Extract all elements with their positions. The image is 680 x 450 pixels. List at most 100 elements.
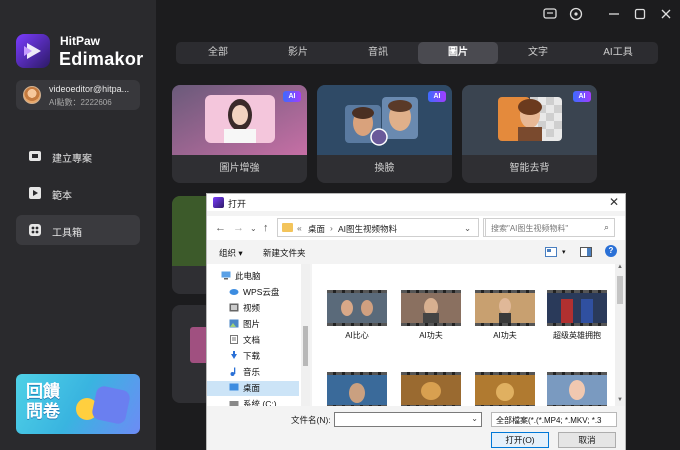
tool-card-background-remove[interactable]: AI 智能去背 xyxy=(462,85,597,183)
open-button[interactable]: 打开(O) xyxy=(491,432,549,448)
download-icon xyxy=(231,351,237,359)
cloud-icon xyxy=(229,289,239,295)
tab-video[interactable]: 影片 xyxy=(258,42,338,64)
app-window: HitPaw Edimakor videoeditor@hitpa... AI點… xyxy=(0,0,680,450)
video-thumbnail xyxy=(547,290,607,326)
dialog-title: 打开 xyxy=(228,199,247,209)
feedback-survey-banner[interactable]: 回饋 問卷 xyxy=(16,374,140,434)
category-tabs: 全部 影片 音訊 圖片 文字 AI工具 xyxy=(176,42,658,64)
up-arrow-icon[interactable]: ↑ xyxy=(263,222,269,234)
back-arrow-icon[interactable]: ← xyxy=(215,222,226,234)
view-dropdown-icon[interactable]: ▾ xyxy=(562,248,566,256)
file-item[interactable]: AI比心 xyxy=(324,264,390,340)
video-thumbnail xyxy=(327,372,387,406)
open-file-dialog: 打开 ✕ ← → ⌄ ↑ « 桌面 › AI图生视频物料 ⌄ ↻ 搜索"AI图生… xyxy=(206,193,626,450)
minimize-icon[interactable] xyxy=(606,6,622,22)
settings-icon[interactable] xyxy=(568,6,584,22)
sidebar-item-create-project[interactable]: 建立專案 xyxy=(16,141,140,171)
avatar xyxy=(23,86,41,104)
address-bar[interactable]: « 桌面 › AI图生视频物料 ⌄ xyxy=(277,218,479,237)
scrollbar-thumb[interactable] xyxy=(303,326,308,366)
search-input[interactable]: 搜索"AI图生视频物料" ⌕ xyxy=(485,218,615,237)
file-item[interactable] xyxy=(398,346,464,406)
sidebar-item-label: 工具箱 xyxy=(52,228,82,239)
tree-item-system-drive[interactable]: 系统 (C:) xyxy=(229,397,309,406)
breadcrumb-current-folder[interactable]: AI图生视频物料 xyxy=(338,223,397,235)
drive-icon xyxy=(229,401,239,406)
sidebar-item-label: 範本 xyxy=(52,191,72,202)
preview-pane-icon[interactable] xyxy=(580,247,592,257)
file-item[interactable] xyxy=(544,346,610,406)
address-dropdown-icon[interactable]: ⌄ xyxy=(464,223,471,234)
filename-label: 文件名(N): xyxy=(291,415,331,425)
tree-item-downloads[interactable]: 下载 xyxy=(229,349,309,364)
ai-badge: AI xyxy=(283,91,301,102)
message-icon[interactable] xyxy=(542,6,558,22)
tree-item-wps-cloud[interactable]: WPS云盘 xyxy=(229,285,309,300)
card-caption: 圖片增強 xyxy=(219,163,260,174)
sidebar-item-template[interactable]: 範本 xyxy=(16,178,140,208)
cancel-button[interactable]: 取消 xyxy=(558,432,616,448)
music-icon xyxy=(230,367,236,376)
dialog-footer: 文件名(N): ⌄ 全部檔案(*.(*.MP4; *.MKV; *.3 打开(O… xyxy=(207,408,625,450)
file-item[interactable] xyxy=(324,346,390,406)
breadcrumb-overflow[interactable]: « xyxy=(297,223,302,233)
video-thumbnail xyxy=(475,290,535,326)
video-thumbnail xyxy=(327,290,387,326)
recent-locations-icon[interactable]: ⌄ xyxy=(250,224,257,233)
dialog-close-icon[interactable]: ✕ xyxy=(609,195,619,209)
document-folder-icon xyxy=(230,335,238,344)
tree-item-videos[interactable]: 视频 xyxy=(229,301,309,316)
scrollbar-thumb[interactable] xyxy=(617,276,623,304)
maximize-icon[interactable] xyxy=(632,6,648,22)
dialog-navigation-bar: ← → ⌄ ↑ « 桌面 › AI图生视频物料 ⌄ ↻ 搜索"AI图生视频物料"… xyxy=(207,216,625,240)
tab-all[interactable]: 全部 xyxy=(178,42,258,64)
sidebar: HitPaw Edimakor videoeditor@hitpa... AI點… xyxy=(0,0,156,450)
tree-item-this-pc[interactable]: 此电脑 xyxy=(221,269,301,284)
view-options-icon[interactable] xyxy=(545,247,557,257)
folder-icon xyxy=(282,223,293,232)
file-list-scrollbar[interactable]: ▲ ▼ xyxy=(615,264,625,406)
file-item[interactable]: AI功夫 xyxy=(472,264,538,340)
tree-item-pictures[interactable]: 图片 xyxy=(229,317,309,332)
tree-item-desktop[interactable]: 桌面 xyxy=(207,381,299,396)
video-thumbnail xyxy=(475,372,535,406)
tab-image[interactable]: 圖片 xyxy=(418,42,498,64)
file-item[interactable] xyxy=(472,346,538,406)
ai-badge: AI xyxy=(428,91,446,102)
sidebar-item-label: 建立專案 xyxy=(52,154,92,165)
image-folder-icon xyxy=(229,319,239,328)
tab-audio[interactable]: 音訊 xyxy=(338,42,418,64)
sidebar-item-toolbox[interactable]: 工具箱 xyxy=(16,215,140,245)
tree-scrollbar[interactable] xyxy=(301,264,310,406)
card-caption: 智能去背 xyxy=(509,163,550,174)
scroll-up-icon[interactable]: ▲ xyxy=(617,264,623,270)
breadcrumb-desktop[interactable]: 桌面 xyxy=(308,223,325,235)
ai-badge: AI xyxy=(573,91,591,102)
file-type-select[interactable]: 全部檔案(*.(*.MP4; *.MKV; *.3 xyxy=(491,412,617,427)
ai-points: AI點數：2222606 xyxy=(49,98,112,107)
tool-card-image-enhance[interactable]: AI 圖片增強 xyxy=(172,85,307,183)
video-thumbnail xyxy=(547,372,607,406)
forward-arrow-icon[interactable]: → xyxy=(233,222,244,234)
filename-input[interactable]: ⌄ xyxy=(334,412,482,427)
scroll-down-icon[interactable]: ▼ xyxy=(617,397,623,403)
user-account-card[interactable]: videoeditor@hitpa... AI點數：2222606 xyxy=(16,80,140,110)
tab-text[interactable]: 文字 xyxy=(498,42,578,64)
breadcrumb-separator: › xyxy=(330,223,333,233)
tab-ai-tools[interactable]: AI工具 xyxy=(578,42,658,64)
search-icon: ⌕ xyxy=(603,222,609,232)
help-icon[interactable]: ? xyxy=(605,245,617,257)
search-placeholder: 搜索"AI图生视频物料" xyxy=(491,224,569,233)
chevron-down-icon[interactable]: ⌄ xyxy=(471,414,478,423)
tool-card-face-swap[interactable]: AI 換臉 xyxy=(317,85,452,183)
tree-item-documents[interactable]: 文档 xyxy=(229,333,309,348)
organize-button[interactable]: 组织 ▾ xyxy=(219,247,243,259)
banner-text: 回饋 問卷 xyxy=(26,382,60,421)
close-icon[interactable] xyxy=(658,6,674,22)
file-item[interactable]: AI功夫 xyxy=(398,264,464,340)
file-item[interactable]: 超级英雄拥抱 xyxy=(544,264,610,340)
desktop-icon xyxy=(229,383,239,391)
tree-item-music[interactable]: 音乐 xyxy=(229,365,309,380)
new-folder-button[interactable]: 新建文件夹 xyxy=(263,247,306,259)
